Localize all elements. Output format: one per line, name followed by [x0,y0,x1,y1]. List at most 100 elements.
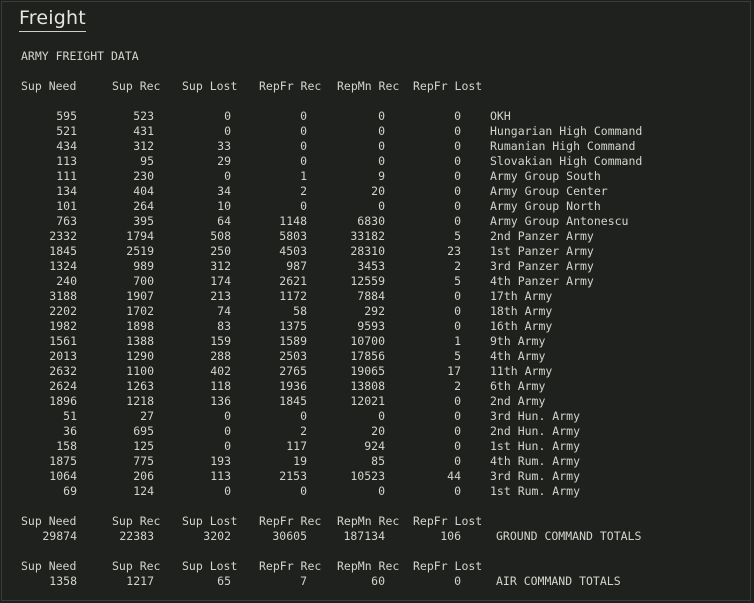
cell-value: 250 [210,244,231,258]
cell-value: 193 [210,454,231,468]
cell-value: 434 [56,139,77,153]
cell-value: 5803 [279,229,307,243]
table-row: 36 695 0 2 20 0 2nd Hun. Army [2,424,742,439]
cell-value: 213 [210,289,231,303]
table-row: 1875 775 193 19 85 0 4th Rum. Army [2,454,742,469]
cell-value: 20 [371,184,385,198]
command-name: 2nd Hun. Army [490,424,581,438]
column-header: RepMn Rec [337,79,400,93]
table-row: 2332 1794 508 5803 33182 5 2nd Panzer Army [2,229,742,244]
air-totals-label: AIR COMMAND TOTALS [496,574,621,588]
column-header: Sup Lost [182,559,238,573]
cell-value: 0 [454,289,461,303]
cell-value: 0 [454,199,461,213]
cell-value: 1702 [126,304,154,318]
cell-value: 0 [454,424,461,438]
cell-value: 0 [454,394,461,408]
cell-value: 7884 [357,289,385,303]
cell-value: 51 [63,409,77,423]
cell-value: 118 [210,379,231,393]
table-row: 434 312 33 0 0 0 Rumanian High Command [2,139,742,154]
cell-value: 0 [454,454,461,468]
cell-value: 2621 [279,274,307,288]
cell-value: 2503 [279,349,307,363]
cell-value: 0 [224,169,231,183]
cell-value: 1 [300,169,307,183]
column-header: Sup Lost [182,79,238,93]
table-row: 1982 1898 83 1375 9593 0 16th Army [2,319,742,334]
cell-value: 1907 [126,289,154,303]
cell-value: 0 [378,109,385,123]
cell-value: 0 [224,109,231,123]
cell-value: 0 [378,154,385,168]
cell-value: 0 [454,304,461,318]
cell-value: 2153 [279,469,307,483]
cell-value: 0 [224,439,231,453]
cell-value: 292 [364,304,385,318]
cell-value: 19 [293,454,307,468]
cell-value: 113 [210,469,231,483]
table-row: 1561 1388 159 1589 10700 1 9th Army [2,334,742,349]
command-name: Army Group North [490,199,601,213]
cell-value: 29 [217,154,231,168]
freight-window: Freight ARMY FREIGHT DATA Sup Need Sup Rec… [1,1,751,601]
command-name: 6th Army [490,379,546,393]
table-row: 240 700 174 2621 12559 5 4th Panzer Army [2,274,742,289]
total-value: 29874 [42,529,77,543]
cell-value: 404 [133,184,154,198]
command-name: Slovakian High Command [490,154,643,168]
table-row: 1064 206 113 2153 10523 44 3rd Rum. Army [2,469,742,484]
command-name: 1st Panzer Army [490,244,594,258]
table-row: 3188 1907 213 1172 7884 0 17th Army [2,289,742,304]
cell-value: 2 [454,379,461,393]
air-totals-header-row: Sup Need Sup Rec Sup Lost RepFr Rec RepMn Re… [2,559,742,574]
cell-value: 1936 [279,379,307,393]
cell-value: 117 [286,439,307,453]
cell-value: 95 [140,154,154,168]
cell-value: 19065 [350,364,385,378]
cell-value: 0 [300,139,307,153]
cell-value: 0 [300,154,307,168]
table-row: 2013 1290 288 2503 17856 5 4th Army [2,349,742,364]
cell-value: 0 [224,124,231,138]
cell-value: 0 [454,154,461,168]
cell-value: 987 [286,259,307,273]
cell-value: 595 [56,109,77,123]
command-name: 2nd Panzer Army [490,229,594,243]
cell-value: 230 [133,169,154,183]
cell-value: 2519 [126,244,154,258]
table-row: 595 523 0 0 0 0 OKH [2,109,742,124]
column-header: RepFr Rec [259,559,322,573]
column-header: RepFr Lost [413,79,483,93]
table-row: 134 404 34 2 20 0 Army Group Center [2,184,742,199]
cell-value: 4503 [279,244,307,258]
total-value: 60 [371,574,385,588]
cell-value: 1845 [49,244,77,258]
column-header: RepFr Lost [413,514,483,528]
column-header: RepFr Lost [413,559,483,573]
ground-totals-header-row: Sup Need Sup Rec Sup Lost RepFr Rec RepMn Re… [2,514,742,529]
cell-value: 3453 [357,259,385,273]
total-value: 7 [300,574,307,588]
cell-value: 17 [447,364,461,378]
table-row: 1845 2519 250 4503 28310 23 1st Panzer Army [2,244,742,259]
cell-value: 74 [217,304,231,318]
command-name: Rumanian High Command [490,139,636,153]
command-name: 2nd Army [490,394,546,408]
cell-value: 13808 [350,379,385,393]
total-value: 30605 [272,529,307,543]
table-row: 1324 989 312 987 3453 2 3rd Panzer Army [2,259,742,274]
command-name: 9th Army [490,334,546,348]
cell-value: 36 [63,424,77,438]
cell-value: 0 [454,139,461,153]
cell-value: 0 [300,124,307,138]
column-header: Sup Lost [182,514,238,528]
cell-value: 44 [447,469,461,483]
table-row: 113 95 29 0 0 0 Slovakian High Command [2,154,742,169]
cell-value: 0 [454,319,461,333]
cell-value: 159 [210,334,231,348]
column-header: RepMn Rec [337,559,400,573]
table-row: 101 264 10 0 0 0 Army Group North [2,199,742,214]
command-name: 1st Rum. Army [490,484,581,498]
cell-value: 1589 [279,334,307,348]
